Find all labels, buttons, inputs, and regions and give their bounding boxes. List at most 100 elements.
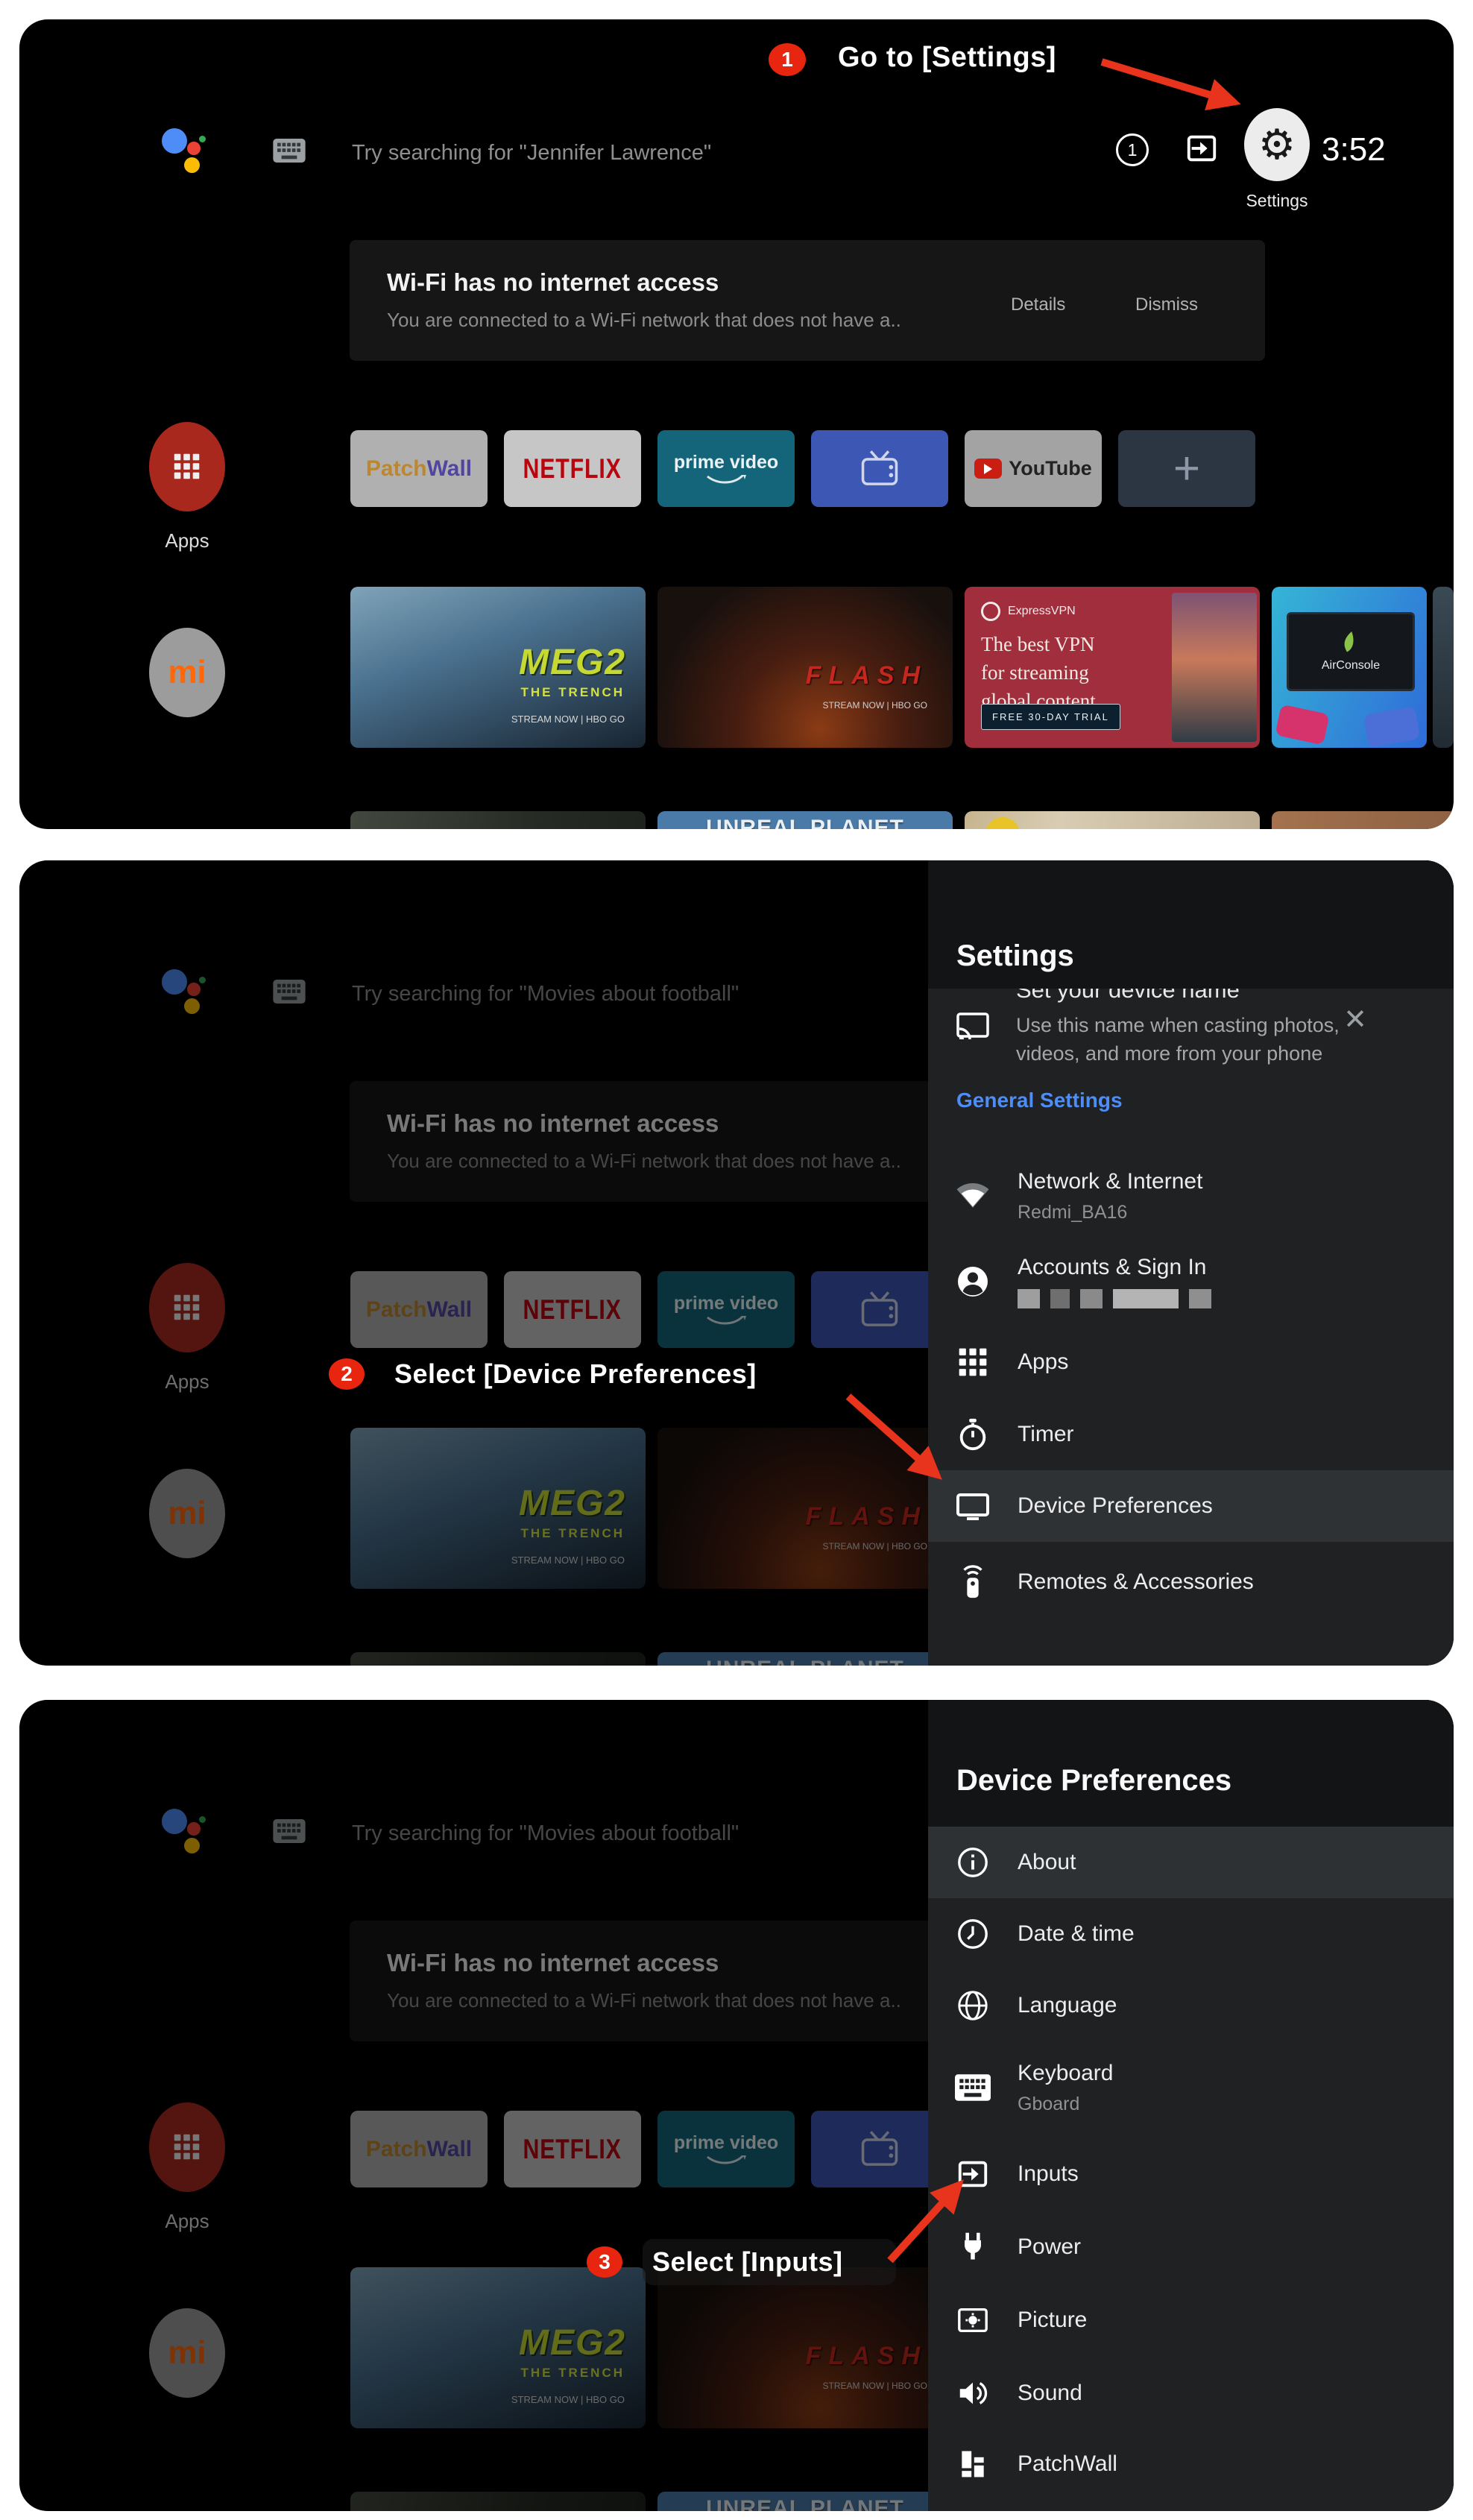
step-label-3: Select [Inputs]: [652, 2246, 843, 2278]
monitor-icon: [955, 1488, 991, 1524]
assistant-red-dot: [187, 142, 201, 155]
airconsole-tv-screen: AirConsole: [1287, 612, 1415, 691]
close-icon[interactable]: ✕: [1339, 1005, 1372, 1035]
vpn-photo-strip: [1172, 593, 1257, 742]
clock-time: 3:52: [1322, 131, 1386, 168]
settings-gear-label: Settings: [1218, 191, 1336, 211]
settings-item-network[interactable]: Network & Internet Redmi_BA16: [928, 1151, 1454, 1241]
settings-item-accounts[interactable]: Accounts & Sign In: [928, 1237, 1454, 1326]
apps-grid-icon: [955, 1344, 991, 1380]
screenshot-step-2: Try searching for "Movies about football…: [19, 860, 1454, 1666]
notification-count: 1: [1128, 140, 1138, 160]
timer-icon: [955, 1417, 991, 1452]
row3-tile-3-dot: [985, 817, 1020, 829]
banner-flash[interactable]: FLASH STREAM NOW | HBO GO: [657, 587, 953, 748]
banner-meg2[interactable]: MEG2 THE TRENCH STREAM NOW | HBO GO: [350, 587, 646, 748]
step-badge-2: 2: [329, 1358, 365, 1390]
sidebar-header: Settings: [928, 860, 1454, 989]
prime-video-logo-text: prime video: [674, 452, 778, 473]
app-tile-mi-tv[interactable]: [811, 430, 948, 507]
settings-item-timer[interactable]: Timer: [928, 1399, 1454, 1470]
patchwall-text-2: Wall: [427, 456, 473, 482]
devpref-item-label: Date & time: [1018, 1921, 1135, 1947]
devpref-item-label: Language: [1018, 1993, 1117, 2018]
flash-title: FLASH: [806, 661, 927, 690]
banner-airconsole[interactable]: AirConsole: [1272, 587, 1427, 748]
account-icon: [955, 1264, 991, 1300]
settings-sidebar: Settings Set your device name Use this n…: [928, 860, 1454, 1666]
sidebar-header: Device Preferences: [928, 1700, 1454, 1827]
step-label-1: Go to [Settings]: [838, 42, 1056, 74]
assistant-blue-dot: [162, 128, 187, 154]
assistant-green-dot: [199, 136, 206, 142]
remote-icon: [955, 1564, 991, 1600]
app-tile-prime-video[interactable]: prime video: [657, 430, 795, 507]
screenshot-step-3: Try searching for "Movies about football…: [19, 1700, 1454, 2511]
info-icon: [955, 1845, 991, 1880]
vpn-brand-text: ExpressVPN: [1008, 605, 1076, 618]
speaker-icon: [955, 2375, 991, 2411]
search-hint[interactable]: Try searching for "Jennifer Lawrence": [352, 141, 711, 166]
wifi-dismiss-button[interactable]: Dismiss: [1131, 294, 1202, 316]
app-tile-youtube[interactable]: YouTube: [965, 430, 1102, 507]
app-tile-netflix[interactable]: NETFLIX: [504, 430, 641, 507]
step-badge-3: 3: [587, 2246, 622, 2278]
wifi-details-button[interactable]: Details: [1006, 294, 1070, 316]
settings-item-label: Remotes & Accessories: [1018, 1569, 1254, 1595]
vpn-cta-button[interactable]: FREE 30-DAY TRIAL: [981, 704, 1120, 730]
devpref-item-keyboard[interactable]: Keyboard Gboard: [928, 2041, 1454, 2134]
picture-icon: [955, 2302, 991, 2338]
row3-tile-4[interactable]: [1272, 811, 1454, 829]
devpref-item-label: Power: [1018, 2234, 1081, 2260]
apps-row-label: Apps: [139, 529, 236, 552]
settings-item-label: Timer: [1018, 1422, 1074, 1447]
meg2-subtitle: THE TRENCH: [520, 685, 625, 700]
devpref-item-date-time[interactable]: Date & time: [928, 1898, 1454, 1970]
notification-count-icon[interactable]: 1: [1116, 133, 1149, 166]
devpref-item-sound[interactable]: Sound: [928, 2357, 1454, 2429]
devpref-item-about[interactable]: About: [928, 1827, 1454, 1898]
device-name-card-desc: Use this name when casting photos, video…: [1016, 1011, 1340, 1068]
row3-tile-1[interactable]: [350, 811, 646, 829]
settings-item-label: Device Preferences: [1018, 1493, 1213, 1519]
row3-tile-3[interactable]: [965, 811, 1260, 829]
devpref-item-patchwall[interactable]: PatchWall: [928, 2428, 1454, 2500]
step-label-2: Select [Device Preferences]: [394, 1358, 757, 1390]
meg2-title: MEG2: [519, 642, 626, 683]
keyboard-search-icon[interactable]: [273, 139, 306, 166]
device-preferences-sidebar: Device Preferences About Date & time Lan…: [928, 1700, 1454, 2511]
settings-item-remotes[interactable]: Remotes & Accessories: [928, 1546, 1454, 1618]
apps-button[interactable]: [149, 422, 225, 511]
mi-channel-button[interactable]: mi: [149, 628, 225, 717]
settings-item-label: Network & Internet: [1018, 1169, 1202, 1194]
devpref-item-inputs[interactable]: Inputs: [928, 2138, 1454, 2210]
inputs-header-icon[interactable]: [1185, 131, 1219, 166]
airconsole-leaf-icon: [1341, 631, 1360, 654]
youtube-play-icon: [974, 459, 1002, 479]
expressvpn-logo-icon: [981, 602, 1000, 621]
general-settings-header: General Settings: [956, 1089, 1123, 1112]
app-tile-add[interactable]: +: [1118, 430, 1255, 507]
power-plug-icon: [955, 2229, 991, 2265]
settings-item-apps[interactable]: Apps: [928, 1326, 1454, 1398]
row3-tile-unreal-planet[interactable]: UNREAL PLANET: [657, 811, 953, 829]
flash-tag: STREAM NOW | HBO GO: [823, 700, 927, 711]
devpref-item-power[interactable]: Power: [928, 2211, 1454, 2283]
apps-grid-icon: [170, 450, 204, 484]
devpref-item-language[interactable]: Language: [928, 1970, 1454, 2041]
settings-item-label: Accounts & Sign In: [1018, 1255, 1211, 1280]
devpref-item-picture[interactable]: Picture: [928, 2284, 1454, 2356]
app-tile-patchwall[interactable]: PatchWall: [350, 430, 488, 507]
banner-expressvpn[interactable]: ExpressVPN The best VPN for streaming gl…: [965, 587, 1260, 748]
wifi-icon: [955, 1178, 991, 1214]
google-assistant-icon[interactable]: [162, 127, 208, 177]
vpn-headline: The best VPN for streaming global conten…: [981, 630, 1096, 715]
wifi-card-subtitle: You are connected to a Wi-Fi network tha…: [387, 309, 901, 332]
devpref-item-label: About: [1018, 1850, 1076, 1875]
step-badge-1: 1: [769, 43, 806, 76]
mi-logo: mi: [168, 654, 206, 691]
settings-item-device-preferences[interactable]: Device Preferences: [928, 1470, 1454, 1542]
devpref-item-label: Inputs: [1018, 2161, 1079, 2187]
settings-gear-button[interactable]: ⚙: [1244, 108, 1310, 181]
wifi-card-title: Wi-Fi has no internet access: [387, 268, 719, 297]
